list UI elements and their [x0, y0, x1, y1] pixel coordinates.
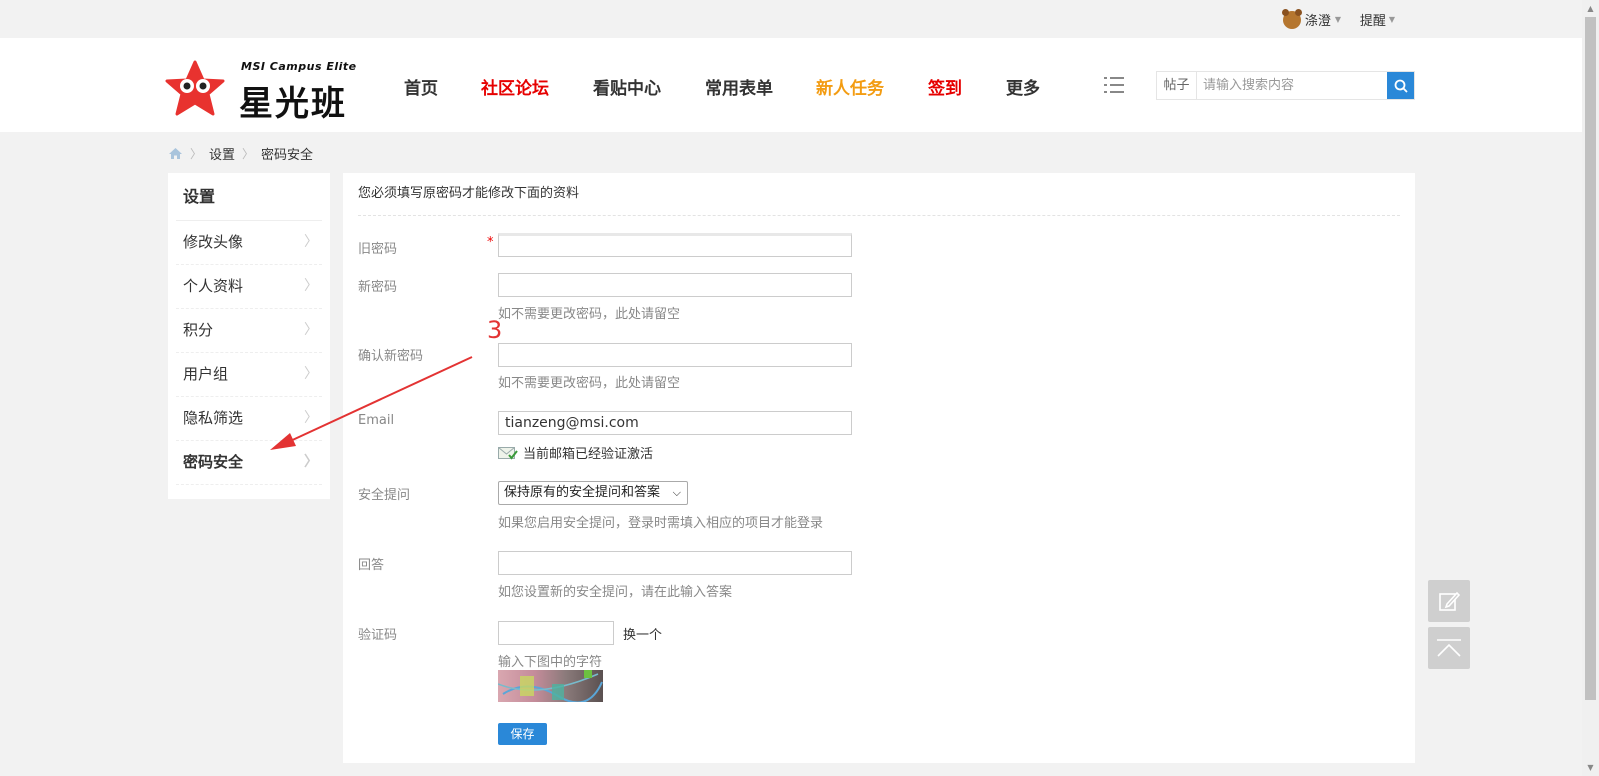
- sidebar-item-label: 隐私筛选: [183, 409, 244, 427]
- float-edit-button[interactable]: [1428, 580, 1470, 622]
- annotation-number: 3: [487, 316, 503, 344]
- home-icon[interactable]: [168, 147, 183, 160]
- back-to-top-icon: [1437, 639, 1461, 657]
- logo-chinese-text: 星光班: [239, 84, 347, 124]
- answer-input[interactable]: [498, 551, 852, 575]
- sidebar-title: 设置: [176, 173, 322, 221]
- nav-item-checkin[interactable]: 签到: [928, 74, 962, 99]
- confirm-password-hint: 如不需要更改密码，此处请留空: [498, 376, 681, 391]
- list-menu-icon[interactable]: [1104, 76, 1124, 94]
- breadcrumb: 〉 设置 〉 密码安全: [168, 144, 313, 163]
- sidebar-item-usergroup[interactable]: 用户组 〉: [176, 353, 322, 397]
- form-notice: 您必须填写原密码才能修改下面的资料: [358, 173, 1400, 216]
- chevron-right-icon: 〉: [304, 278, 318, 294]
- sidebar-item-label: 用户组: [183, 365, 229, 383]
- confirm-password-label: 确认新密码: [358, 349, 424, 364]
- old-password-label: 旧密码: [358, 242, 398, 257]
- remind-label: 提醒: [1359, 14, 1386, 29]
- sidebar-item-privacy[interactable]: 隐私筛选 〉: [176, 397, 322, 441]
- nav-item-forum[interactable]: 社区论坛: [481, 74, 549, 99]
- breadcrumb-password-security[interactable]: 密码安全: [261, 144, 313, 163]
- email-input[interactable]: tianzeng@msi.com: [498, 411, 852, 435]
- nav-item-forms[interactable]: 常用表单: [705, 74, 773, 99]
- password-security-form: 您必须填写原密码才能修改下面的资料 旧密码 * 新密码 如不需要更改密码，此处请…: [343, 173, 1415, 763]
- old-password-input[interactable]: [498, 233, 852, 257]
- main-nav: 首页 社区论坛 看贴中心 常用表单 新人任务 签到 更多: [404, 74, 1040, 99]
- search-type-select[interactable]: 帖子: [1157, 72, 1197, 99]
- required-mark: *: [487, 235, 494, 250]
- security-question-hint: 如果您启用安全提问，登录时需填入相应的项目才能登录: [498, 516, 824, 531]
- chevron-right-icon: 〉: [304, 454, 318, 470]
- search-button[interactable]: [1387, 72, 1414, 99]
- sidebar-item-avatar[interactable]: 修改头像 〉: [176, 221, 322, 265]
- star-mascot-icon: [165, 60, 225, 116]
- new-password-label: 新密码: [358, 280, 398, 295]
- sidebar-item-profile[interactable]: 个人资料 〉: [176, 265, 322, 309]
- email-label: Email: [358, 413, 395, 428]
- captcha-hint: 输入下图中的字符: [498, 655, 603, 670]
- nav-item-home[interactable]: 首页: [404, 74, 438, 99]
- confirm-password-input[interactable]: [498, 343, 852, 367]
- sidebar-item-label: 修改头像: [183, 233, 244, 251]
- scroll-up-icon[interactable]: ▲: [1582, 0, 1599, 17]
- answer-label: 回答: [358, 558, 385, 573]
- chevron-right-icon: 〉: [304, 234, 318, 250]
- mail-verified-icon: [498, 446, 518, 460]
- username: 涤澄: [1304, 14, 1331, 29]
- caret-down-icon: ▼: [1388, 15, 1395, 24]
- sidebar-item-label: 密码安全: [183, 453, 244, 471]
- new-password-hint: 如不需要更改密码，此处请留空: [498, 307, 681, 322]
- edit-icon: [1439, 591, 1461, 611]
- settings-sidebar: 设置 修改头像〉 个人资料〉 积分〉 用户组〉 隐私筛选〉 密码安全〉: [168, 173, 330, 499]
- breadcrumb-settings[interactable]: 设置: [209, 144, 235, 163]
- new-password-input[interactable]: [498, 273, 852, 297]
- chevron-down-icon: ⌵: [672, 486, 681, 499]
- top-bar: 涤澄 ▼ 提醒 ▼: [0, 0, 1582, 38]
- answer-hint: 如您设置新的安全提问，请在此输入答案: [498, 585, 733, 600]
- captcha-image[interactable]: [498, 670, 603, 702]
- search-box: 帖子: [1156, 71, 1415, 100]
- security-question-label: 安全提问: [358, 488, 411, 503]
- sidebar-item-credits[interactable]: 积分 〉: [176, 309, 322, 353]
- logo-english-text: MSI Campus Elite: [241, 60, 357, 73]
- site-logo[interactable]: MSI Campus Elite 星光班: [165, 56, 375, 124]
- page-scrollbar[interactable]: ▲ ▼: [1582, 0, 1599, 776]
- sidebar-item-label: 个人资料: [183, 277, 244, 295]
- security-question-value: 保持原有的安全提问和答案: [504, 485, 661, 500]
- chevron-right-icon: 〉: [304, 366, 318, 382]
- security-question-select[interactable]: 保持原有的安全提问和答案 ⌵: [498, 481, 688, 505]
- captcha-label: 验证码: [358, 628, 398, 643]
- user-avatar: [1281, 8, 1302, 29]
- nav-item-newbie-tasks[interactable]: 新人任务: [816, 74, 884, 99]
- caret-down-icon: ▼: [1334, 15, 1341, 24]
- breadcrumb-separator: 〉: [242, 147, 255, 161]
- nav-item-more[interactable]: 更多: [1006, 74, 1040, 99]
- scrollbar-thumb[interactable]: [1585, 17, 1596, 700]
- captcha-graphic-icon: [498, 670, 603, 702]
- email-status-text: 当前邮箱已经验证激活: [523, 447, 654, 462]
- sidebar-item-label: 积分: [183, 321, 214, 339]
- email-status: 当前邮箱已经验证激活: [498, 443, 653, 462]
- captcha-refresh-link[interactable]: 换一个: [623, 624, 662, 643]
- chevron-right-icon: 〉: [304, 322, 318, 338]
- user-menu[interactable]: 涤澄 ▼: [1281, 8, 1341, 29]
- captcha-input[interactable]: [498, 621, 614, 645]
- sidebar-item-password-security[interactable]: 密码安全 〉: [176, 441, 322, 485]
- site-header: MSI Campus Elite 星光班 首页 社区论坛 看贴中心 常用表单 新…: [0, 38, 1582, 132]
- remind-menu[interactable]: 提醒 ▼: [1360, 10, 1395, 29]
- chevron-right-icon: 〉: [304, 410, 318, 426]
- search-icon: [1394, 79, 1408, 93]
- scroll-down-icon[interactable]: ▼: [1582, 759, 1599, 776]
- back-to-top-button[interactable]: [1428, 627, 1470, 669]
- save-button[interactable]: 保存: [498, 723, 547, 745]
- nav-item-post-center[interactable]: 看贴中心: [593, 74, 661, 99]
- search-input[interactable]: [1197, 72, 1387, 99]
- breadcrumb-separator: 〉: [190, 147, 203, 161]
